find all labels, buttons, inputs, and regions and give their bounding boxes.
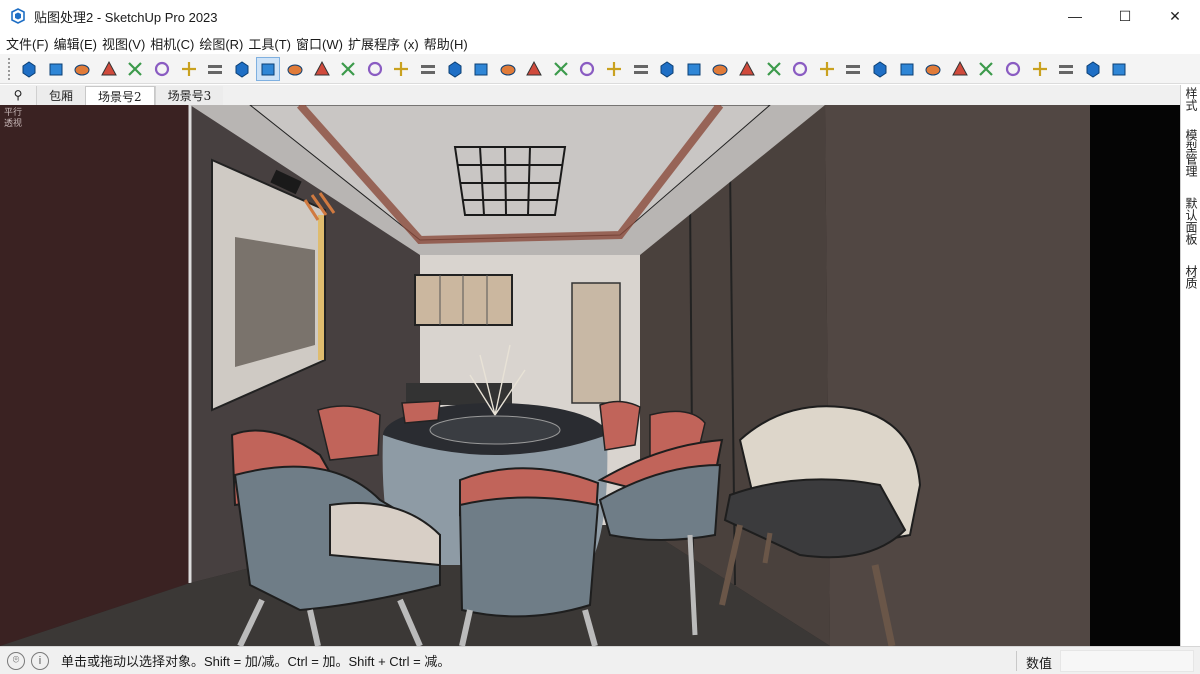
model-viewport[interactable]: 平行 透视 <box>0 105 1180 646</box>
align-horizontal-icon[interactable] <box>789 58 811 80</box>
minimize-button[interactable]: — <box>1050 0 1100 32</box>
sword-tool-icon[interactable] <box>204 58 226 80</box>
title-bar: 贴图处理2 - SketchUp Pro 2023 — ☐ ✕ <box>0 0 1200 32</box>
push-pull-face-icon[interactable] <box>98 58 120 80</box>
distribute-icon[interactable] <box>842 58 864 80</box>
section-box-icon[interactable] <box>256 56 281 81</box>
menu-camera[interactable]: 相机(C) <box>150 34 199 53</box>
gear-icon[interactable] <box>576 58 598 80</box>
bent-line-icon[interactable] <box>683 58 705 80</box>
camera-mode-parallel: 平行 <box>4 107 23 117</box>
measurements-label: 数值 <box>1026 656 1053 671</box>
menu-window[interactable]: 窗口(W) <box>296 34 348 53</box>
main-toolbar <box>0 54 1200 84</box>
panel-layout-icon[interactable] <box>922 58 944 80</box>
menu-edit[interactable]: 编辑(E) <box>54 34 102 53</box>
crossed-lines-icon[interactable] <box>656 58 678 80</box>
menu-draw[interactable]: 绘图(R) <box>199 34 248 53</box>
status-divider <box>1016 651 1017 671</box>
measurements-input[interactable] <box>1060 650 1194 672</box>
solid-shell-icon[interactable] <box>470 58 492 80</box>
red-frame-icon[interactable] <box>1082 58 1104 80</box>
box-icon[interactable] <box>45 58 67 80</box>
diagonal-line-icon[interactable] <box>630 58 652 80</box>
grid-nodes-icon[interactable] <box>709 58 731 80</box>
flip-down-icon[interactable] <box>869 58 891 80</box>
delete-lines-icon[interactable] <box>896 58 918 80</box>
hatch-grid-icon[interactable] <box>1002 58 1024 80</box>
grid-view-icon[interactable] <box>949 58 971 80</box>
rect-nodes-icon[interactable] <box>736 58 758 80</box>
scene-search-icon[interactable]: ⚲ <box>0 85 36 105</box>
room-render <box>0 105 1180 646</box>
cube-grid-icon[interactable] <box>1055 58 1077 80</box>
extension-gem-icon[interactable] <box>523 58 545 80</box>
frame-icon[interactable] <box>178 58 200 80</box>
scene-tab-3[interactable]: 场景号3 <box>154 86 224 105</box>
info-icon[interactable]: i <box>31 651 49 670</box>
tray-tab-materials[interactable]: 材质 <box>1183 265 1199 289</box>
maximize-button[interactable]: ☐ <box>1100 0 1150 32</box>
geo-location-icon[interactable]: ⌾ <box>7 651 25 670</box>
sketchup-logo-icon <box>11 8 25 24</box>
triangle-tool-icon[interactable] <box>1108 58 1130 80</box>
line-node-icon[interactable] <box>603 58 625 80</box>
camera-mode-perspective: 透视 <box>4 118 23 128</box>
viewport-camera-label: 平行 透视 <box>4 107 22 129</box>
scene-tab-baoxiang[interactable]: 包厢 <box>36 86 86 105</box>
menu-help[interactable]: 帮助(H) <box>424 34 473 53</box>
group-stack-icon[interactable] <box>151 58 173 80</box>
toolbar-grip[interactable] <box>8 57 12 80</box>
close-button[interactable]: ✕ <box>1150 0 1200 32</box>
hatch-grid-2-icon[interactable] <box>1029 58 1051 80</box>
window-title: 贴图处理2 - SketchUp Pro 2023 <box>34 9 218 25</box>
spiral-icon[interactable] <box>284 58 306 80</box>
material-box-icon[interactable] <box>497 58 519 80</box>
menu-tools[interactable]: 工具(T) <box>248 34 296 53</box>
rotate-icon[interactable] <box>364 58 386 80</box>
menu-extensions[interactable]: 扩展程序 (x) <box>348 34 424 53</box>
blue-grid-icon[interactable] <box>975 58 997 80</box>
scene-tab-bar: ⚲ 包厢 场景号2 场景号3 <box>0 85 1180 105</box>
menu-bar: 文件(F) 编辑(E) 视图(V) 相机(C) 绘图(R) 工具(T) 窗口(W… <box>0 32 1200 54</box>
scale-icon[interactable] <box>390 58 412 80</box>
wireframe-icon[interactable] <box>444 58 466 80</box>
status-bar: ⌾ i 单击或拖动以选择对象。Shift = 加/减。Ctrl = 加。Shif… <box>0 646 1200 674</box>
paint-bucket-icon[interactable] <box>550 58 572 80</box>
select-arrow-icon[interactable] <box>311 58 333 80</box>
tray-tab-styles[interactable]: 样式 <box>1183 87 1199 111</box>
menu-file[interactable]: 文件(F) <box>6 34 54 53</box>
component-cube-icon[interactable] <box>18 58 40 80</box>
align-center-icon[interactable] <box>816 58 838 80</box>
scene-tab-2[interactable]: 场景号2 <box>85 86 155 105</box>
move-box-icon[interactable] <box>124 58 146 80</box>
tape-measure-icon[interactable] <box>417 58 439 80</box>
tray-tab-default-panel[interactable]: 默认面板 <box>1183 197 1199 245</box>
crossed-rect-icon[interactable] <box>763 58 785 80</box>
default-tray: 样式 模型管理 默认面板 材质 <box>1180 85 1200 646</box>
tray-tab-model-manager[interactable]: 模型管理 <box>1183 129 1199 177</box>
menu-view[interactable]: 视图(V) <box>102 34 150 53</box>
layer-stack-icon[interactable] <box>231 58 253 80</box>
ellipsoid-icon[interactable] <box>71 58 93 80</box>
move-cross-icon[interactable] <box>337 58 359 80</box>
status-message: 单击或拖动以选择对象。Shift = 加/减。Ctrl = 加。Shift + … <box>61 654 451 669</box>
